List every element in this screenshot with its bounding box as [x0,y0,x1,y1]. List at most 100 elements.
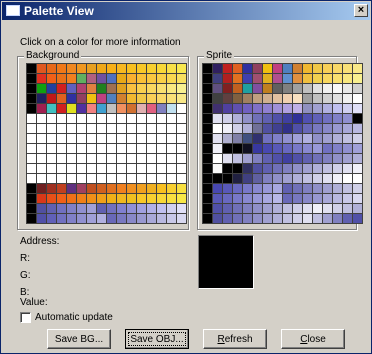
background-color-swatch[interactable] [27,194,36,203]
background-color-swatch[interactable] [27,184,36,193]
background-color-swatch[interactable] [47,124,56,133]
background-color-swatch[interactable] [77,114,86,123]
background-color-swatch[interactable] [97,84,106,93]
background-color-swatch[interactable] [107,104,116,113]
background-color-swatch[interactable] [107,94,116,103]
background-color-swatch[interactable] [167,144,176,153]
background-color-swatch[interactable] [127,154,136,163]
sprite-color-swatch[interactable] [323,204,332,213]
sprite-color-swatch[interactable] [333,214,342,223]
sprite-color-swatch[interactable] [343,94,352,103]
sprite-color-swatch[interactable] [303,134,312,143]
sprite-color-swatch[interactable] [283,184,292,193]
background-color-swatch[interactable] [27,124,36,133]
sprite-color-swatch[interactable] [303,94,312,103]
sprite-color-swatch[interactable] [293,214,302,223]
background-color-swatch[interactable] [107,174,116,183]
sprite-color-swatch[interactable] [273,154,282,163]
sprite-color-swatch[interactable] [323,84,332,93]
sprite-color-swatch[interactable] [283,174,292,183]
sprite-color-swatch[interactable] [263,84,272,93]
background-color-swatch[interactable] [137,64,146,73]
sprite-color-swatch[interactable] [313,64,322,73]
sprite-color-swatch[interactable] [333,164,342,173]
sprite-color-swatch[interactable] [223,84,232,93]
sprite-color-swatch[interactable] [313,204,322,213]
background-color-swatch[interactable] [97,194,106,203]
sprite-color-swatch[interactable] [213,114,222,123]
sprite-color-swatch[interactable] [213,64,222,73]
background-color-swatch[interactable] [157,194,166,203]
background-color-swatch[interactable] [137,194,146,203]
sprite-color-swatch[interactable] [243,214,252,223]
sprite-color-swatch[interactable] [253,134,262,143]
sprite-color-swatch[interactable] [263,94,272,103]
background-color-swatch[interactable] [137,214,146,223]
background-color-swatch[interactable] [177,154,186,163]
sprite-color-swatch[interactable] [213,84,222,93]
background-color-swatch[interactable] [157,94,166,103]
background-color-swatch[interactable] [177,84,186,93]
sprite-color-swatch[interactable] [233,74,242,83]
sprite-color-swatch[interactable] [223,204,232,213]
background-color-swatch[interactable] [47,154,56,163]
background-color-swatch[interactable] [127,64,136,73]
sprite-color-swatch[interactable] [353,204,362,213]
background-color-swatch[interactable] [147,74,156,83]
sprite-color-swatch[interactable] [303,194,312,203]
background-color-swatch[interactable] [27,214,36,223]
background-color-swatch[interactable] [57,164,66,173]
background-color-swatch[interactable] [27,104,36,113]
background-color-swatch[interactable] [107,204,116,213]
sprite-color-swatch[interactable] [203,164,212,173]
sprite-color-swatch[interactable] [323,194,332,203]
sprite-color-swatch[interactable] [293,144,302,153]
sprite-color-swatch[interactable] [253,184,262,193]
sprite-color-swatch[interactable] [213,94,222,103]
sprite-color-swatch[interactable] [263,184,272,193]
sprite-color-swatch[interactable] [263,134,272,143]
background-color-swatch[interactable] [47,104,56,113]
sprite-color-swatch[interactable] [353,154,362,163]
sprite-color-swatch[interactable] [343,124,352,133]
sprite-color-swatch[interactable] [283,164,292,173]
background-color-swatch[interactable] [107,194,116,203]
sprite-color-swatch[interactable] [263,74,272,83]
sprite-color-swatch[interactable] [233,194,242,203]
background-color-swatch[interactable] [127,104,136,113]
background-color-swatch[interactable] [67,94,76,103]
background-color-swatch[interactable] [127,194,136,203]
sprite-color-swatch[interactable] [323,124,332,133]
background-color-swatch[interactable] [97,214,106,223]
sprite-color-swatch[interactable] [263,214,272,223]
sprite-color-swatch[interactable] [303,164,312,173]
background-color-swatch[interactable] [117,74,126,83]
sprite-color-swatch[interactable] [203,84,212,93]
sprite-color-swatch[interactable] [253,204,262,213]
sprite-color-swatch[interactable] [223,114,232,123]
background-color-swatch[interactable] [77,144,86,153]
background-color-swatch[interactable] [67,134,76,143]
background-color-swatch[interactable] [117,164,126,173]
sprite-color-swatch[interactable] [343,214,352,223]
background-color-swatch[interactable] [87,184,96,193]
background-color-swatch[interactable] [117,84,126,93]
background-color-swatch[interactable] [67,74,76,83]
background-color-swatch[interactable] [87,74,96,83]
sprite-color-swatch[interactable] [303,144,312,153]
background-color-swatch[interactable] [37,64,46,73]
sprite-color-swatch[interactable] [353,214,362,223]
sprite-color-swatch[interactable] [353,64,362,73]
background-color-swatch[interactable] [137,94,146,103]
sprite-color-swatch[interactable] [353,84,362,93]
background-color-swatch[interactable] [167,94,176,103]
background-color-swatch[interactable] [177,164,186,173]
sprite-color-swatch[interactable] [283,194,292,203]
background-color-swatch[interactable] [27,84,36,93]
background-color-swatch[interactable] [97,154,106,163]
sprite-color-swatch[interactable] [323,144,332,153]
sprite-color-swatch[interactable] [323,94,332,103]
sprite-color-swatch[interactable] [273,204,282,213]
background-color-swatch[interactable] [117,134,126,143]
background-color-swatch[interactable] [137,204,146,213]
